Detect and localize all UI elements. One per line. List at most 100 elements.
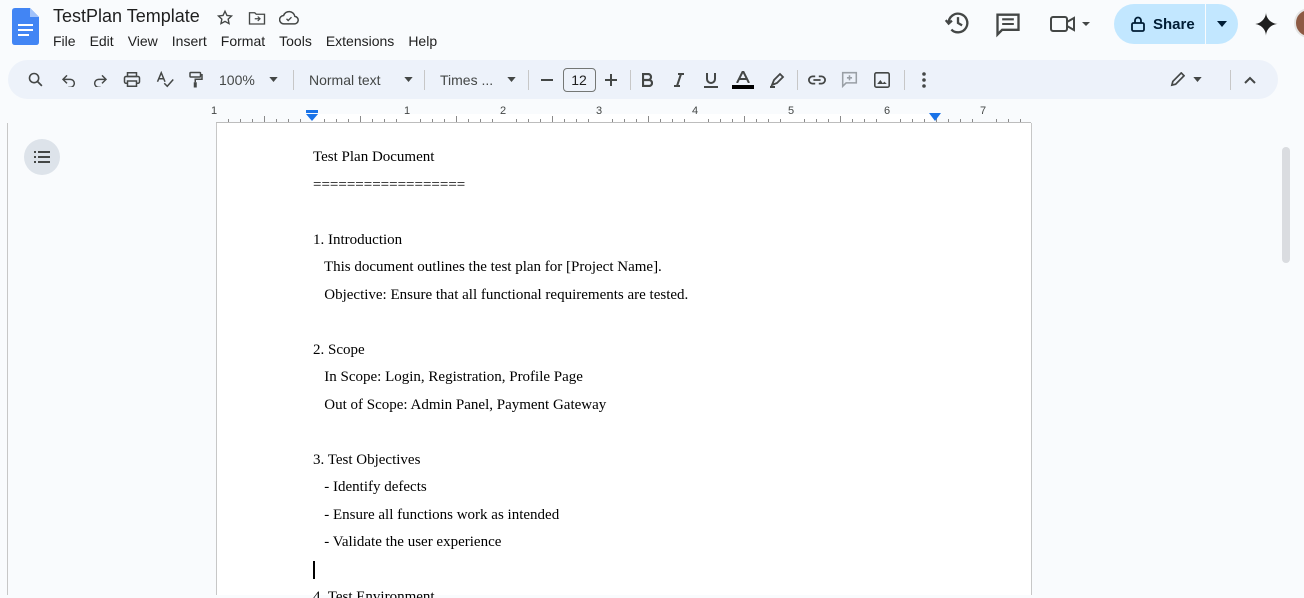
document-page[interactable]: Test Plan Document ================== 1.…	[216, 123, 1032, 598]
ruler-tick	[372, 119, 373, 122]
ruler-tick	[228, 119, 229, 122]
menu-file[interactable]: File	[46, 31, 83, 51]
share-main[interactable]: Share	[1114, 4, 1205, 44]
ruler-tick	[996, 119, 997, 122]
menu-help[interactable]: Help	[401, 31, 444, 51]
add-comment-icon[interactable]	[838, 60, 860, 99]
menu-format[interactable]: Format	[214, 31, 272, 51]
font-dropdown-icon	[507, 77, 516, 82]
doc-line: - Identify defects	[313, 479, 427, 495]
docs-logo-icon[interactable]	[12, 8, 39, 45]
redo-icon[interactable]	[88, 60, 112, 99]
ruler-tick	[852, 119, 853, 122]
ruler-tick	[636, 119, 637, 122]
ruler-tick	[336, 119, 337, 122]
ruler-tick	[756, 119, 757, 122]
ruler-tick	[672, 119, 673, 122]
toolbar-divider	[293, 70, 294, 90]
ruler-label: 7	[980, 105, 987, 117]
cloud-saved-icon[interactable]	[278, 8, 300, 28]
ruler-tick	[924, 119, 925, 122]
increase-font-size-icon[interactable]	[602, 60, 620, 99]
avatar[interactable]	[1294, 8, 1304, 38]
menu-edit[interactable]: Edit	[83, 31, 121, 51]
decrease-font-size-icon[interactable]	[538, 60, 556, 99]
print-icon[interactable]	[120, 60, 144, 99]
move-folder-icon[interactable]	[246, 8, 268, 28]
ruler-tick	[516, 119, 517, 122]
scrollbar-thumb[interactable]	[1282, 147, 1290, 263]
doc-line: ==================	[313, 176, 466, 193]
menu-insert[interactable]: Insert	[165, 31, 214, 51]
ruler-tick	[564, 119, 565, 122]
ruler-label: 3	[596, 105, 603, 117]
toolbar-divider	[1230, 70, 1231, 90]
text-cursor	[313, 560, 315, 579]
ruler-tick	[252, 119, 253, 122]
ruler-tick	[876, 119, 877, 122]
horizontal-ruler[interactable]: 1 1 2 3 4 5 6 7	[0, 103, 1304, 123]
font-select[interactable]: Times ...	[440, 60, 516, 99]
doc-line	[313, 203, 937, 231]
search-icon[interactable]	[22, 60, 48, 99]
more-options-icon[interactable]	[913, 60, 935, 99]
spellcheck-icon[interactable]	[153, 60, 177, 99]
share-dropdown-icon[interactable]	[1206, 4, 1238, 44]
undo-icon[interactable]	[57, 60, 81, 99]
font-value: Times ...	[440, 71, 494, 88]
ruler-tick	[912, 119, 913, 122]
zoom-value: 100%	[219, 71, 255, 88]
meet-icon[interactable]	[1047, 10, 1095, 38]
insert-image-icon[interactable]	[871, 60, 893, 99]
zoom-select[interactable]: 100%	[219, 60, 281, 99]
star-icon[interactable]	[214, 8, 236, 28]
ruler-tick	[540, 119, 541, 122]
ruler-tick	[804, 119, 805, 122]
italic-icon[interactable]	[668, 60, 690, 99]
underline-icon[interactable]	[700, 60, 722, 99]
doc-line: - Validate the user experience	[313, 534, 502, 550]
ruler-tick	[264, 116, 265, 122]
ruler-label: 1	[404, 105, 411, 117]
version-history-icon[interactable]	[944, 9, 972, 37]
toolbar-divider	[797, 70, 798, 90]
comments-icon[interactable]	[994, 10, 1022, 38]
bold-icon[interactable]	[636, 60, 658, 99]
font-size-field[interactable]: 12	[562, 60, 596, 99]
ruler-tick	[384, 119, 385, 122]
ruler-tick	[300, 119, 301, 122]
cursor-line	[313, 560, 937, 589]
ruler-tick	[840, 116, 841, 122]
style-select[interactable]: Normal text	[309, 60, 413, 99]
document-title[interactable]: TestPlan Template	[53, 6, 200, 27]
gemini-icon[interactable]	[1253, 11, 1279, 37]
editing-dropdown-icon	[1193, 77, 1202, 82]
highlight-color-icon[interactable]	[766, 60, 788, 99]
menu-extensions[interactable]: Extensions	[319, 31, 401, 51]
ruler-tick	[456, 116, 457, 122]
menu-tools[interactable]: Tools	[272, 31, 319, 51]
document-body[interactable]: Test Plan Document ================== 1.…	[313, 148, 937, 598]
right-indent-marker-icon[interactable]	[928, 113, 942, 122]
text-color-icon[interactable]	[732, 60, 754, 99]
ruler-tick	[972, 119, 973, 122]
vertical-ruler[interactable]	[0, 123, 8, 595]
menu-view[interactable]: View	[121, 31, 165, 51]
doc-line: Out of Scope: Admin Panel, Payment Gatew…	[313, 396, 607, 413]
paint-format-icon[interactable]	[184, 60, 208, 99]
share-button[interactable]: Share	[1114, 4, 1238, 44]
editing-mode-select[interactable]	[1166, 60, 1206, 99]
ruler-tick	[660, 119, 661, 122]
ruler-tick	[960, 119, 961, 122]
zoom-dropdown-icon	[269, 77, 278, 82]
ruler-tick	[708, 119, 709, 122]
document-outline-button[interactable]	[24, 139, 60, 175]
doc-line: - Ensure all functions work as intended	[313, 506, 560, 523]
left-indent-marker-icon[interactable]	[305, 110, 319, 122]
lock-icon	[1131, 16, 1145, 32]
toolbar-divider	[630, 70, 631, 90]
insert-link-icon[interactable]	[806, 60, 828, 99]
ruler-tick	[360, 116, 361, 122]
ruler-label: 1	[211, 105, 218, 117]
hide-menus-icon[interactable]	[1239, 60, 1261, 99]
